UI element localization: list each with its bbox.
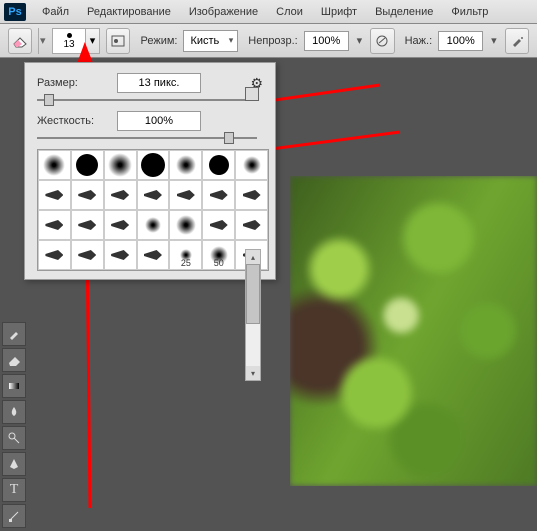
opacity-dropdown[interactable]: ▾ [355,34,364,47]
menu-image[interactable]: Изображение [181,3,266,21]
mode-label: Режим: [140,35,177,47]
blur-tool-icon[interactable] [2,400,26,424]
opacity-value: 100% [312,35,340,47]
brush-settings-popup: Размер: 13 пикс. ⚙ Жесткость: 100% 25 50… [24,62,276,280]
brush-thumb[interactable] [38,150,71,180]
gradient-tool-icon[interactable] [2,374,26,398]
flow-dropdown[interactable]: ▾ [489,34,498,47]
opacity-label: Непрозр.: [248,35,297,47]
brush-dot-icon [67,33,72,38]
brush-thumb[interactable] [38,240,71,270]
brush-thumb[interactable] [38,180,71,210]
brush-thumb[interactable] [137,210,170,240]
opacity-input[interactable]: 100% [304,31,349,51]
brush-tool-icon[interactable] [2,322,26,346]
brush-thumb[interactable] [38,210,71,240]
brush-thumb[interactable] [235,180,268,210]
brush-panel-toggle[interactable] [106,28,130,54]
dodge-tool-icon[interactable] [2,426,26,450]
tool-preset-dropdown[interactable]: ▾ [38,28,46,54]
brush-thumb[interactable] [235,210,268,240]
brush-size-text: 50 [214,258,224,268]
brush-thumb[interactable] [202,210,235,240]
scroll-thumb[interactable] [246,264,260,324]
brush-thumb[interactable] [137,240,170,270]
brush-thumb[interactable] [71,210,104,240]
mode-value: Кисть [190,35,219,47]
brush-thumb[interactable] [71,150,104,180]
size-label: Размер: [37,77,117,89]
menubar: Ps Файл Редактирование Изображение Слои … [0,0,537,24]
brush-thumbnails-grid: 25 50 [37,149,269,271]
document-canvas[interactable] [290,176,537,486]
options-bar: ▾ 13 ▾ Режим: Кисть Непрозр.: 100% ▾ Наж… [0,24,537,58]
brush-thumb[interactable] [202,150,235,180]
brush-thumb[interactable] [169,150,202,180]
menu-edit[interactable]: Редактирование [79,3,179,21]
brush-thumb[interactable] [169,210,202,240]
menu-type[interactable]: Шрифт [313,3,365,21]
size-input[interactable]: 13 пикс. [117,73,201,93]
brush-thumb[interactable] [104,240,137,270]
brush-dropdown-arrow[interactable]: ▾ [86,28,100,54]
menu-layers[interactable]: Слои [268,3,311,21]
size-reset-button[interactable] [245,87,259,101]
brush-size-text: 25 [181,258,191,268]
brush-thumb[interactable] [71,180,104,210]
brush-thumb[interactable] [169,180,202,210]
eraser-tool-icon[interactable] [8,28,32,54]
pen-tool-icon[interactable] [2,452,26,476]
brush-thumb[interactable] [202,180,235,210]
open-image [290,176,537,486]
hardness-slider[interactable] [37,137,257,139]
brush-thumb[interactable] [104,150,137,180]
brush-thumb[interactable] [71,240,104,270]
brush-thumb[interactable] [235,150,268,180]
brush-size-number: 13 [63,39,74,50]
flow-label: Наж.: [405,35,433,47]
menu-filter[interactable]: Фильтр [443,3,496,21]
eraser-tool-side-icon[interactable] [2,348,26,372]
brush-thumb[interactable] [137,180,170,210]
scroll-up-icon[interactable]: ▴ [246,250,260,264]
hardness-label: Жесткость: [37,115,117,127]
menu-file[interactable]: Файл [34,3,77,21]
flow-input[interactable]: 100% [438,31,483,51]
size-slider[interactable] [37,99,257,101]
brush-thumb[interactable] [137,150,170,180]
type-tool-icon[interactable]: T [2,478,26,502]
path-tool-icon[interactable] [2,504,26,528]
brush-preset-picker[interactable]: 13 [52,28,86,54]
brushes-scrollbar[interactable]: ▴ ▾ [245,249,261,381]
tools-panel: T [0,320,28,530]
ps-logo: Ps [4,3,26,21]
menu-select[interactable]: Выделение [367,3,441,21]
brush-thumb[interactable] [104,210,137,240]
brush-thumb[interactable] [104,180,137,210]
flow-value: 100% [447,35,475,47]
mode-select[interactable]: Кисть [183,30,238,52]
hardness-input[interactable]: 100% [117,111,201,131]
brush-thumb[interactable]: 25 [169,240,202,270]
brush-thumb[interactable]: 50 [202,240,235,270]
airbrush-icon[interactable] [505,28,529,54]
pressure-opacity-icon[interactable] [370,28,394,54]
scroll-down-icon[interactable]: ▾ [246,366,260,380]
